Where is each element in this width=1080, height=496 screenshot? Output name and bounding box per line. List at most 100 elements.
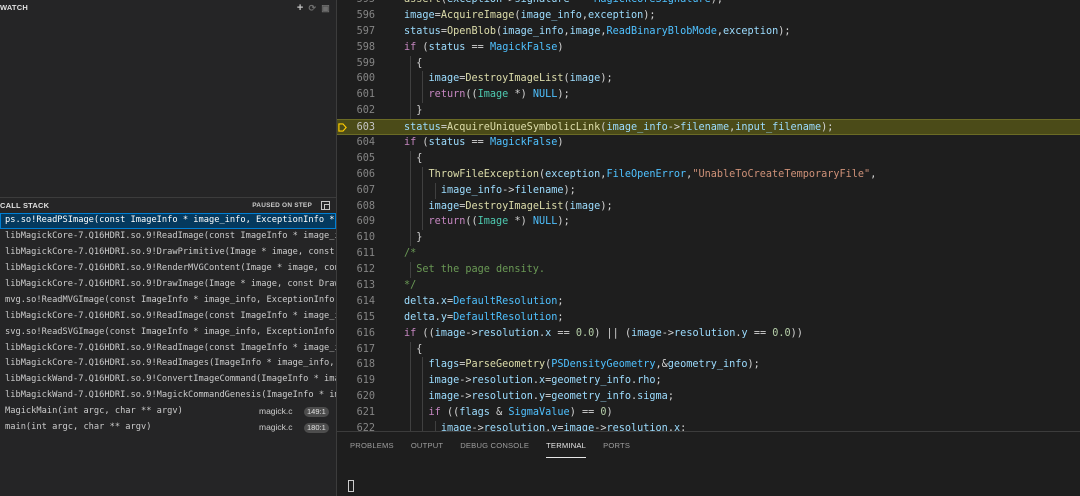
line-number[interactable]: 604 xyxy=(337,135,375,151)
panel-tab-output[interactable]: OUTPUT xyxy=(411,438,443,458)
code-line[interactable]: 608 image=DestroyImageList(image); xyxy=(337,198,1080,215)
frame-name: libMagickCore-7.Q16HDRI.so.9!DrawImage(I… xyxy=(5,278,336,289)
code-text: } xyxy=(416,232,423,244)
call-stack-frame[interactable]: MagickMain(int argc, char ** argv) magick… xyxy=(0,404,336,420)
line-number[interactable]: 595 xyxy=(337,0,375,8)
panel-tab-terminal[interactable]: TERMINAL xyxy=(546,438,587,458)
code-line[interactable]: 604 if (status == MagickFalse) xyxy=(337,135,1080,151)
panel-tab-ports[interactable]: PORTS xyxy=(603,438,630,458)
line-number[interactable]: 610 xyxy=(337,230,375,246)
code-line[interactable]: 613 */ xyxy=(337,278,1080,294)
call-stack-frame[interactable]: libMagickCore-7.Q16HDRI.so.9!ReadImage(c… xyxy=(0,341,336,357)
current-step-arrow-icon xyxy=(338,123,347,132)
code-line[interactable]: 599 { xyxy=(337,55,1080,72)
code-line[interactable]: 619 image->resolution.x=geometry_info.rh… xyxy=(337,373,1080,390)
code-line[interactable]: 597 status=OpenBlob(image_info,image,Read… xyxy=(337,24,1080,40)
line-number[interactable]: 619 xyxy=(337,373,375,389)
line-number[interactable]: 606 xyxy=(337,167,375,183)
code-text: image->resolution.x=geometry_info.rho; xyxy=(428,375,662,387)
call-stack-frame[interactable]: libMagickWand-7.Q16HDRI.so.9!MagickComma… xyxy=(0,388,336,404)
call-stack-frame[interactable]: libMagickCore-7.Q16HDRI.so.9!DrawImage(I… xyxy=(0,277,336,293)
frame-location-badge: 180:1 xyxy=(304,423,329,434)
code-line[interactable]: 621 if ((flags & SigmaValue) == 0) xyxy=(337,405,1080,422)
line-number[interactable]: 613 xyxy=(337,278,375,294)
code-line[interactable]: 602 } xyxy=(337,103,1080,120)
code-text: delta.y=DefaultResolution; xyxy=(404,311,564,323)
line-number[interactable]: 620 xyxy=(337,389,375,405)
frame-name: libMagickCore-7.Q16HDRI.so.9!RenderMVGCo… xyxy=(5,262,336,273)
call-stack-frame[interactable]: svg.so!ReadSVGImage(const ImageInfo * im… xyxy=(0,325,336,341)
current-execution-line[interactable]: 603 status=AcquireUniqueSymbolicLink(imag… xyxy=(337,119,1080,136)
call-stack-frame[interactable]: libMagickWand-7.Q16HDRI.so.9!ConvertImag… xyxy=(0,372,336,388)
frame-name: main(int argc, char ** argv) xyxy=(5,422,152,433)
collapse-all-icon[interactable]: ▣ xyxy=(321,0,330,16)
code-line[interactable]: 614 delta.x=DefaultResolution; xyxy=(337,294,1080,310)
call-stack-frame[interactable]: mvg.so!ReadMVGImage(const ImageInfo * im… xyxy=(0,293,336,309)
callstack-section-header[interactable]: CALL STACK PAUSED ON STEP xyxy=(0,197,336,213)
line-number[interactable]: 600 xyxy=(337,71,375,87)
line-number[interactable]: 601 xyxy=(337,87,375,103)
call-stack-frame[interactable]: libMagickCore-7.Q16HDRI.so.9!DrawPrimiti… xyxy=(0,245,336,261)
line-number[interactable]: 621 xyxy=(337,405,375,421)
line-number[interactable]: 611 xyxy=(337,246,375,262)
code-text: return((Image *) NULL); xyxy=(428,216,570,228)
copy-icon[interactable] xyxy=(321,201,330,210)
code-text: if (status == MagickFalse) xyxy=(404,41,564,53)
line-number[interactable]: 617 xyxy=(337,342,375,358)
code-line[interactable]: 620 image->resolution.y=geometry_info.si… xyxy=(337,389,1080,406)
line-number[interactable]: 615 xyxy=(337,310,375,326)
panel-tab-debug-console[interactable]: DEBUG CONSOLE xyxy=(460,438,529,458)
call-stack-frame[interactable]: libMagickCore-7.Q16HDRI.so.9!ReadImage(c… xyxy=(0,229,336,245)
code-line[interactable]: 609 return((Image *) NULL); xyxy=(337,214,1080,231)
code-text: if ((flags & SigmaValue) == 0) xyxy=(428,407,613,419)
code-line[interactable]: 607 image_info->filename); xyxy=(337,182,1080,199)
frame-name: svg.so!ReadSVGImage(const ImageInfo * im… xyxy=(5,326,335,337)
code-line[interactable]: 600 image=DestroyImageList(image); xyxy=(337,71,1080,88)
line-number[interactable]: 597 xyxy=(337,24,375,40)
terminal-cursor[interactable] xyxy=(348,480,354,492)
code-line[interactable]: 611 /* xyxy=(337,246,1080,262)
code-line[interactable]: 617 { xyxy=(337,341,1080,358)
code-line[interactable]: 595 assert(exception->signature == Magick… xyxy=(337,0,1080,8)
refresh-icon[interactable]: ⟳ xyxy=(309,0,317,16)
code-line[interactable]: 606 ThrowFileException(exception,FileOpe… xyxy=(337,166,1080,183)
line-number[interactable]: 599 xyxy=(337,56,375,72)
line-number[interactable]: 618 xyxy=(337,357,375,373)
line-number[interactable]: 602 xyxy=(337,103,375,119)
line-number[interactable]: 608 xyxy=(337,199,375,215)
line-number[interactable]: 605 xyxy=(337,151,375,167)
line-number[interactable]: 607 xyxy=(337,183,375,199)
add-expression-icon[interactable]: + xyxy=(297,0,304,16)
frame-name: libMagickCore-7.Q16HDRI.so.9!ReadImage(c… xyxy=(5,342,336,353)
panel-tab-problems[interactable]: PROBLEMS xyxy=(350,438,394,458)
call-stack-frame[interactable]: libMagickCore-7.Q16HDRI.so.9!ReadImages(… xyxy=(0,356,336,372)
line-number[interactable]: 598 xyxy=(337,40,375,56)
frame-name: libMagickCore-7.Q16HDRI.so.9!ReadImages(… xyxy=(5,358,335,369)
code-line[interactable]: 598 if (status == MagickFalse) xyxy=(337,40,1080,56)
code-line[interactable]: 610 } xyxy=(337,230,1080,247)
line-number[interactable]: 622 xyxy=(337,421,375,431)
code-line[interactable]: 618 flags=ParseGeometry(PSDensityGeometr… xyxy=(337,357,1080,374)
watch-section-header[interactable]: WATCH + ⟳ ▣ xyxy=(0,0,336,16)
code-line[interactable]: 596 image=AcquireImage(image_info,excepti… xyxy=(337,8,1080,24)
code-editor[interactable]: 595 assert(exception->signature == Magick… xyxy=(337,0,1080,431)
line-number[interactable]: 616 xyxy=(337,326,375,342)
call-stack-frame[interactable]: libMagickCore-7.Q16HDRI.so.9!RenderMVGCo… xyxy=(0,261,336,277)
code-text: image->resolution.y=geometry_info.sigma; xyxy=(428,391,674,403)
code-line[interactable]: 616 if ((image->resolution.x == 0.0) || (… xyxy=(337,326,1080,342)
line-number[interactable]: 612 xyxy=(337,262,375,278)
call-stack-frame[interactable]: libMagickCore-7.Q16HDRI.so.9!ReadImage(c… xyxy=(0,309,336,325)
code-text: { xyxy=(416,343,423,355)
call-stack-frame[interactable]: main(int argc, char ** argv) magick.c 180:… xyxy=(0,420,336,436)
code-line[interactable]: 601 return((Image *) NULL); xyxy=(337,87,1080,104)
line-number[interactable]: 609 xyxy=(337,214,375,230)
code-line[interactable]: 615 delta.y=DefaultResolution; xyxy=(337,310,1080,326)
line-number[interactable]: 614 xyxy=(337,294,375,310)
frame-name: libMagickCore-7.Q16HDRI.so.9!ReadImage(c… xyxy=(5,230,336,241)
line-number[interactable]: 596 xyxy=(337,8,375,24)
code-line[interactable]: 612 Set the page density. xyxy=(337,262,1080,279)
code-text: image->resolution.y=image->resolution.x; xyxy=(440,423,687,431)
call-stack-frame[interactable]: ps.so!ReadPSImage(const ImageInfo * imag… xyxy=(0,213,336,229)
code-line[interactable]: 622 image->resolution.y=image->resolutio… xyxy=(337,421,1080,431)
code-line[interactable]: 605 { xyxy=(337,150,1080,167)
